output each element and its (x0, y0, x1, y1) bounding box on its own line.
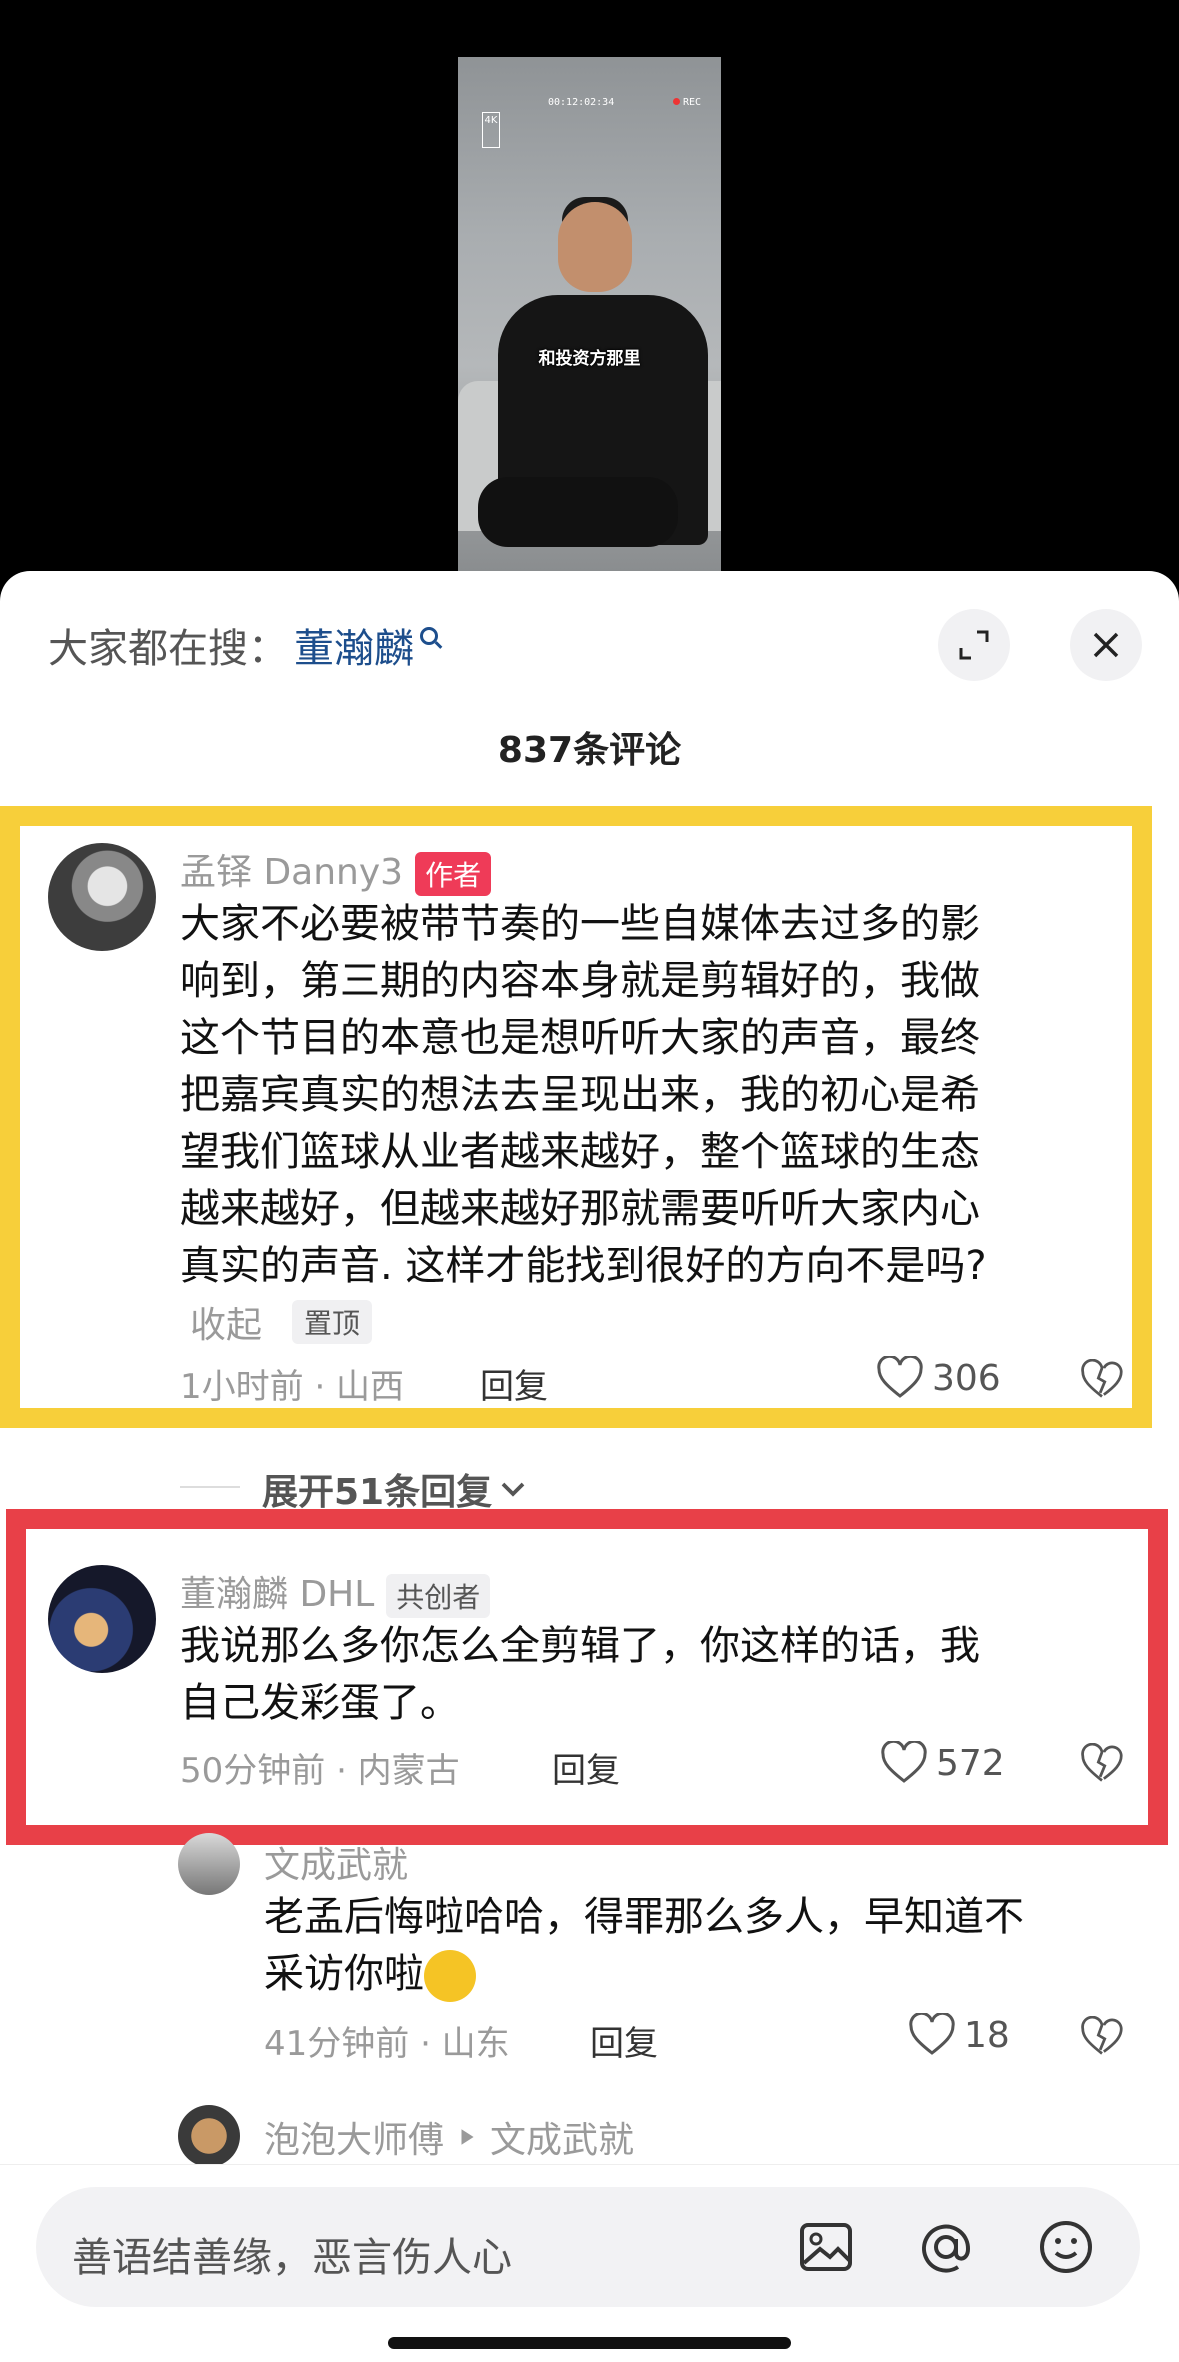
reply-button[interactable]: 回复 (480, 1359, 548, 1408)
home-indicator (388, 2337, 791, 2349)
broken-heart-icon (1081, 1742, 1123, 1782)
dislike-button[interactable] (1080, 1358, 1124, 1405)
video-person-head (558, 202, 632, 292)
heart-icon (909, 2013, 955, 2055)
comment-input-placeholder: 善语结善缘，恶言伤人心 (72, 2235, 512, 2281)
heart-icon (877, 1356, 923, 1398)
comment-panel: 大家都在搜： 董瀚麟 837条评论 孟铎 Danny3 作者 大家不必要被带节奏的… (0, 571, 1179, 2362)
video-caption: 和投资方那里 (538, 349, 641, 369)
trending-search[interactable]: 大家都在搜： 董瀚麟 (48, 615, 438, 675)
reply-button[interactable]: 回复 (590, 2016, 658, 2065)
avatar[interactable] (178, 2105, 240, 2167)
author-badge: 作者 (415, 852, 492, 896)
avatar[interactable] (48, 1565, 156, 1673)
close-button[interactable] (1070, 609, 1142, 681)
avatar[interactable] (178, 1833, 240, 1895)
expand-replies-button[interactable]: 展开51条回复 (262, 1463, 528, 1515)
comment-input-bar: 善语结善缘，恶言伤人心 (0, 2164, 1179, 2362)
fold-divider (180, 1486, 240, 1488)
comment-username[interactable]: 孟铎 Danny3 作者 (180, 843, 492, 896)
like-count: 306 (932, 1357, 1001, 1399)
video-rec: REC (672, 97, 701, 108)
broken-heart-icon (1081, 2015, 1123, 2055)
dislike-button[interactable] (1080, 2015, 1124, 2062)
comment-username[interactable]: 董瀚麟 DHL 共创者 (180, 1565, 491, 1618)
broken-heart-icon (1081, 1358, 1123, 1398)
expand-icon (959, 630, 989, 660)
close-icon (1093, 632, 1119, 658)
like-count: 572 (936, 1742, 1005, 1784)
video-hd-badge: 4K (482, 112, 500, 148)
expand-button[interactable] (938, 609, 1010, 681)
image-icon[interactable] (794, 2215, 858, 2279)
video-statusbar: 00:12:02:34 REC (478, 97, 701, 117)
comment-text: 大家不必要被带节奏的一些自媒体去过多的影 响到，第三期的内容本身就是剪辑好的，我… (180, 901, 987, 1289)
laughing-emoji-icon (424, 1950, 476, 2002)
video-timecode: 00:12:02:34 (548, 97, 615, 108)
mention-icon[interactable] (914, 2215, 978, 2279)
search-icon (420, 627, 438, 645)
collapse-link[interactable]: 收起 (190, 1296, 262, 1348)
reply-meta: 41分钟前 · 山东 (264, 2024, 510, 2064)
pinned-badge: 置顶 (292, 1300, 373, 1344)
cocreator-badge: 共创者 (386, 1574, 491, 1618)
trending-search-prefix: 大家都在搜： (48, 626, 288, 672)
comment-count: 837条评论 (497, 730, 682, 771)
heart-icon (881, 1741, 927, 1783)
reply-button[interactable]: 回复 (552, 1743, 620, 1792)
reply-username[interactable]: 泡泡大师傅 文成武就 (264, 2111, 634, 2163)
play-arrow-icon (461, 2129, 474, 2145)
reply-text: 老孟后悔啦哈哈，得罪那么多人，早知道不 采访你啦 (264, 1889, 1024, 2003)
comment-meta: 50分钟前 · 内蒙古 (180, 1751, 460, 1791)
like-button[interactable]: 306 (876, 1356, 1001, 1400)
comment-input[interactable]: 善语结善缘，恶言伤人心 (36, 2187, 1140, 2307)
dislike-button[interactable] (1080, 1742, 1124, 1789)
emoji-icon[interactable] (1034, 2215, 1098, 2279)
comment-meta: 1小时前 · 山西 (180, 1367, 405, 1407)
like-count: 18 (964, 2014, 1010, 2056)
chevron-down-icon (501, 1482, 525, 1497)
avatar[interactable] (48, 843, 156, 951)
comment-text: 我说那么多你怎么全剪辑了，你这样的话，我 自己发彩蛋了。 (180, 1623, 980, 1726)
like-button[interactable]: 18 (908, 2013, 1010, 2057)
rec-dot-icon (672, 98, 680, 105)
like-button[interactable]: 572 (880, 1741, 1005, 1785)
video-player[interactable]: 00:12:02:34 REC 4K 和投资方那里 (458, 57, 721, 571)
video-person-legs (478, 477, 678, 547)
trending-search-keyword[interactable]: 董瀚麟 (294, 616, 414, 674)
reply-username[interactable]: 文成武就 (264, 1836, 408, 1888)
